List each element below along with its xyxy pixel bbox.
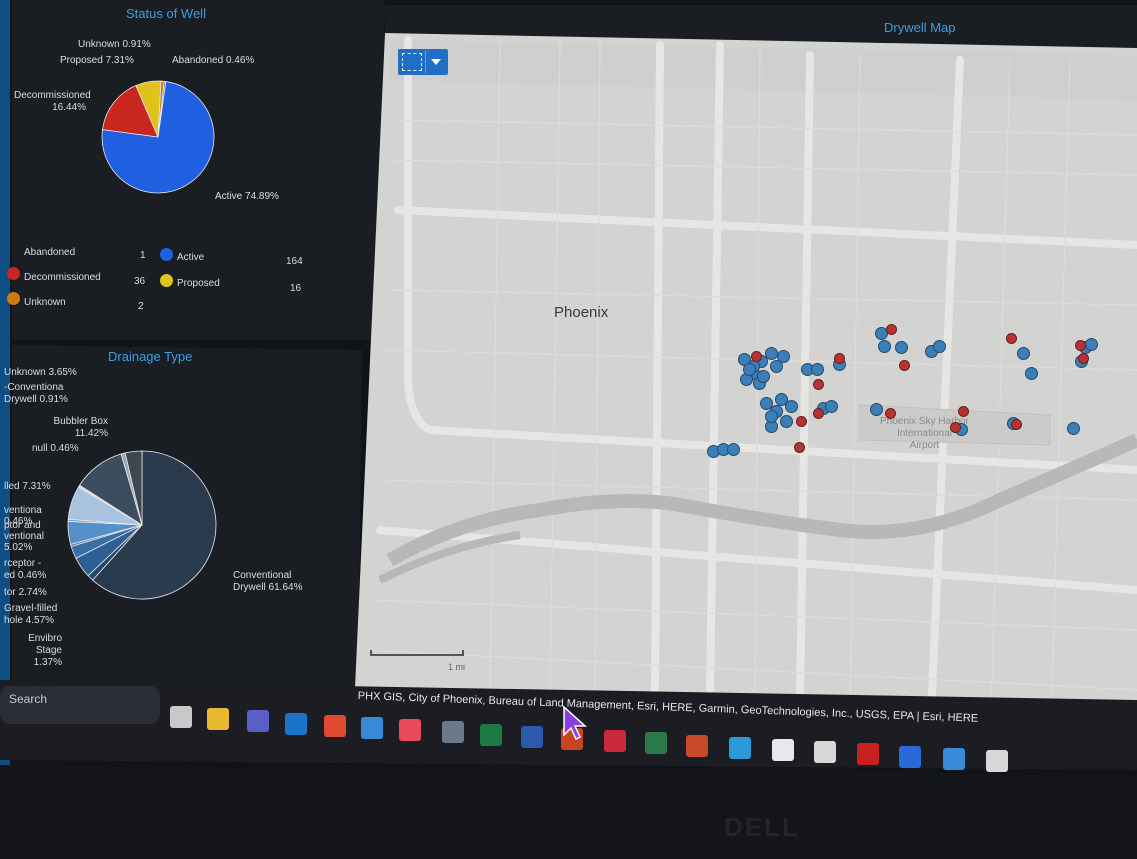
drain-label-filled: lled 7.31%	[4, 481, 51, 492]
map-panel-title: Drywell Map	[884, 20, 956, 35]
red-drywell-marker-icon[interactable]	[886, 324, 897, 335]
yellow-circle-icon	[160, 274, 173, 287]
legend-decommissioned-count: 36	[134, 276, 146, 287]
flame-icon[interactable]	[814, 741, 836, 764]
legend-active-label: Active	[177, 252, 205, 263]
excel-icon[interactable]	[480, 723, 502, 746]
drain-label-unknown: Unknown 3.65%	[4, 367, 77, 378]
blue-drywell-marker-icon[interactable]	[777, 350, 790, 363]
status-label-active: Active 74.89%	[215, 191, 279, 202]
map-scale-bar	[370, 650, 464, 656]
drain-label-conventional-drywell: Conventional Drywell 61.64%	[233, 570, 303, 593]
legend-proposed-label: Proposed	[177, 278, 220, 289]
outlook-icon[interactable]	[285, 712, 307, 735]
taskbar-search-input[interactable]: Search	[9, 692, 47, 706]
legend-decommissioned-label: Decommissioned	[24, 272, 101, 283]
file-explorer-icon[interactable]	[207, 708, 229, 731]
laptop-brand-logo: DELL	[724, 812, 800, 842]
blue-drywell-marker-icon[interactable]	[895, 341, 908, 354]
status-pie-chart	[101, 80, 215, 194]
task-view-icon[interactable]	[170, 706, 192, 728]
flame-icon-2[interactable]	[986, 750, 1008, 772]
blue-drywell-marker-icon[interactable]	[1067, 422, 1080, 435]
drain-label-null: null 0.46%	[32, 443, 79, 454]
drain-label-interceptor: rceptor - ed 0.46%	[4, 558, 47, 581]
teams-icon[interactable]	[247, 710, 269, 733]
acrobat-icon[interactable]	[857, 743, 879, 766]
red-drywell-marker-icon[interactable]	[1011, 419, 1022, 430]
map-canvas	[355, 33, 1137, 768]
red-drywell-marker-icon[interactable]	[899, 360, 910, 371]
chrome-icon[interactable]	[324, 714, 346, 737]
legend-abandoned-count: 1	[140, 250, 146, 261]
blue-drywell-marker-icon[interactable]	[765, 347, 778, 360]
status-label-unknown: Unknown 0.91%	[78, 39, 151, 50]
blue-drywell-marker-icon[interactable]	[757, 370, 770, 383]
red-drywell-marker-icon[interactable]	[885, 408, 896, 419]
mouse-cursor-icon	[563, 705, 587, 741]
red-drywell-marker-icon[interactable]	[950, 422, 961, 433]
blue-drywell-marker-icon[interactable]	[933, 340, 946, 353]
legend-proposed-count: 16	[290, 283, 302, 294]
map-select-tool[interactable]	[398, 49, 448, 75]
status-label-proposed: Proposed 7.31%	[60, 55, 134, 66]
paint-icon[interactable]	[686, 734, 708, 757]
drain-label-tor: tor 2.74%	[4, 587, 47, 598]
status-panel-title: Status of Well	[126, 6, 206, 21]
drain-label-bubbler-box: Bubbler Box 11.42%	[53, 416, 108, 439]
app-d-icon[interactable]	[604, 730, 626, 753]
red-drywell-marker-icon[interactable]	[1006, 333, 1017, 344]
red-drywell-marker-icon[interactable]	[796, 416, 807, 427]
project-icon[interactable]	[645, 732, 667, 755]
blue-drywell-marker-icon[interactable]	[811, 363, 824, 376]
red-drywell-marker-icon[interactable]	[751, 351, 762, 362]
legend-active-count: 164	[286, 256, 303, 267]
select-icon	[402, 53, 422, 71]
caret-down-icon[interactable]	[431, 59, 441, 65]
folder-icon[interactable]	[361, 717, 383, 739]
webex-icon[interactable]	[899, 745, 921, 768]
legend-unknown-count: 2	[138, 301, 144, 312]
edge-icon[interactable]	[729, 736, 751, 759]
blue-drywell-marker-icon[interactable]	[1017, 347, 1030, 360]
blue-drywell-marker-icon[interactable]	[743, 363, 756, 376]
red-circle-icon	[7, 267, 20, 280]
drain-label-ptor-and: ptor and	[4, 520, 41, 531]
red-drywell-marker-icon[interactable]	[1078, 353, 1089, 364]
blue-drywell-marker-icon[interactable]	[780, 415, 793, 428]
red-drywell-marker-icon[interactable]	[794, 442, 805, 453]
blue-drywell-marker-icon[interactable]	[765, 410, 778, 423]
map-scale-label: 1 mi	[448, 662, 466, 672]
red-drywell-marker-icon[interactable]	[834, 353, 845, 364]
blue-drywell-marker-icon[interactable]	[785, 400, 798, 413]
blue-circle-icon	[160, 248, 173, 261]
word-icon[interactable]	[521, 725, 543, 748]
drain-label-envibro: Envibro Stage 1.37%	[28, 633, 62, 668]
snipping-tool-icon[interactable]	[399, 719, 421, 742]
drainage-panel-title: Drainage Type	[108, 349, 193, 364]
blue-drywell-marker-icon[interactable]	[870, 403, 883, 416]
blue-drywell-marker-icon[interactable]	[1025, 367, 1038, 380]
legend-unknown-label: Unknown	[24, 297, 66, 308]
status-label-decommissioned: Decommissioned 16.44%	[14, 90, 91, 113]
notepad-icon[interactable]	[772, 739, 794, 761]
red-drywell-marker-icon[interactable]	[813, 408, 824, 419]
blue-drywell-marker-icon[interactable]	[878, 340, 891, 353]
drainage-pie-chart	[67, 450, 217, 600]
drain-label-gravel-filled: Gravel-filled hole 4.57%	[4, 603, 58, 626]
drain-label-ventional: ventional 5.02%	[4, 531, 45, 553]
legend-abandoned-label: Abandoned	[24, 247, 76, 258]
blue-drywell-marker-icon[interactable]	[825, 400, 838, 413]
blue-drywell-marker-icon[interactable]	[1085, 338, 1098, 351]
blue-drywell-marker-icon[interactable]	[727, 443, 740, 456]
map-city-label: Phoenix	[554, 304, 609, 321]
orange-circle-icon	[7, 292, 20, 305]
red-drywell-marker-icon[interactable]	[1075, 340, 1086, 351]
drain-label-non-conventional: -Conventiona Drywell 0.91%	[4, 382, 68, 405]
calculator-icon[interactable]	[442, 721, 464, 744]
red-drywell-marker-icon[interactable]	[813, 379, 824, 390]
red-drywell-marker-icon[interactable]	[958, 406, 969, 417]
photos-icon[interactable]	[943, 747, 965, 770]
status-label-abandoned: Abandoned 0.46%	[172, 55, 255, 66]
